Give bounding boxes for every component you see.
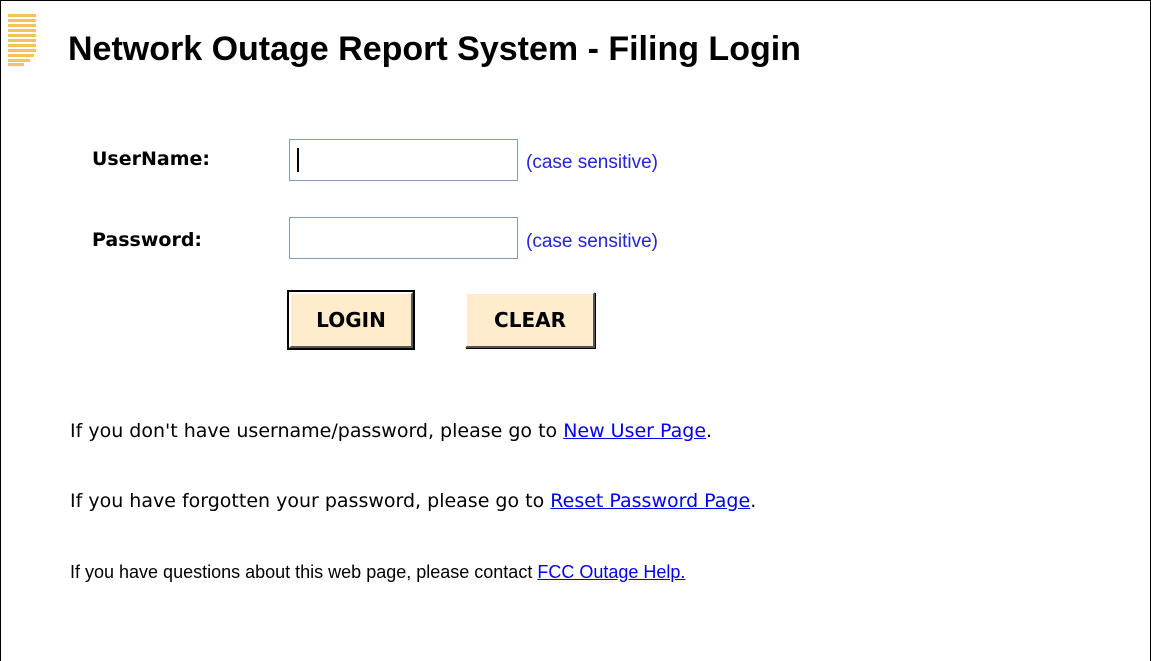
username-label: UserName: [92, 148, 210, 170]
username-case-hint: (case sensitive) [526, 152, 658, 173]
password-case-hint: (case sensitive) [526, 231, 658, 252]
new-user-page-link[interactable]: New User Page [563, 420, 706, 442]
reset-password-text: If you have forgotten your password, ple… [70, 490, 551, 512]
reset-password-info: If you have forgotten your password, ple… [70, 490, 756, 512]
clear-button[interactable]: CLEAR [465, 292, 595, 348]
password-input[interactable] [289, 217, 518, 259]
text-cursor [297, 148, 299, 172]
new-user-info: If you don't have username/password, ple… [70, 420, 712, 442]
reset-password-page-link[interactable]: Reset Password Page [550, 490, 750, 512]
new-user-text: If you don't have username/password, ple… [70, 420, 564, 442]
striped-logo-icon [8, 14, 36, 66]
new-user-suffix: . [706, 420, 713, 442]
reset-password-suffix: . [750, 490, 757, 512]
help-info: If you have questions about this web pag… [70, 562, 685, 583]
help-text: If you have questions about this web pag… [70, 562, 538, 582]
fcc-outage-help-link[interactable]: FCC Outage Help. [537, 562, 685, 582]
page-title: Network Outage Report System - Filing Lo… [68, 30, 801, 68]
password-label: Password: [92, 229, 203, 251]
login-button[interactable]: LOGIN [287, 290, 415, 350]
username-input[interactable] [289, 139, 518, 181]
